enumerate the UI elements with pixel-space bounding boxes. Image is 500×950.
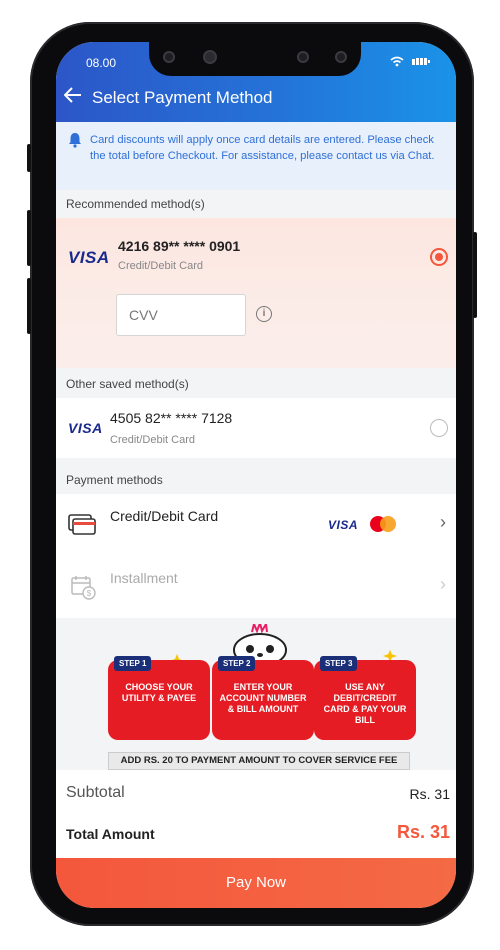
order-totals: Subtotal Rs. 31 Total Amount Rs. 31 (56, 770, 456, 860)
subtotal-label: Subtotal (66, 784, 125, 801)
step-text: CHOOSE YOUR UTILITY & PAYEE (121, 682, 197, 703)
step-text: USE ANY DEBIT/CREDIT CARD & PAY YOUR BIL… (323, 682, 407, 725)
card-number: 4505 82** **** 7128 (110, 410, 233, 426)
recommended-section-label: Recommended method(s) (56, 190, 456, 218)
payment-method-label: Installment (110, 570, 178, 586)
step-1-card: STEP 1 CHOOSE YOUR UTILITY & PAYEE (108, 656, 210, 740)
chevron-right-icon: › (440, 512, 446, 532)
info-icon[interactable]: i (256, 306, 272, 322)
payment-method-label: Credit/Debit Card (110, 508, 219, 524)
pay-now-button[interactable]: Pay Now (56, 858, 456, 908)
total-value: Rs. 31 (396, 822, 450, 842)
service-fee-note: ADD RS. 20 TO PAYMENT AMOUNT TO COVER SE… (108, 752, 410, 770)
visa-logo: VISA (328, 518, 359, 532)
visa-logo: VISA (68, 248, 110, 267)
discount-notice: Card discounts will apply once card deta… (56, 122, 456, 190)
power-button (473, 232, 477, 318)
battery-icon (412, 58, 430, 65)
sensor-icon (163, 51, 175, 63)
other-saved-section-label: Other saved method(s) (56, 370, 456, 398)
card-number: 4216 89** **** 0901 (118, 238, 241, 254)
cvv-input[interactable]: CVV (116, 294, 246, 336)
camera-icon (203, 50, 217, 64)
saved-card-row[interactable]: VISA 4505 82** **** 7128 Credit/Debit Ca… (56, 398, 456, 458)
card-type: Credit/Debit Card (118, 260, 203, 272)
total-label: Total Amount (66, 826, 155, 842)
card-type: Credit/Debit Card (110, 434, 195, 446)
volume-up-button (27, 210, 31, 266)
step-text: ENTER YOUR ACCOUNT NUMBER & BILL AMOUNT (219, 682, 307, 714)
mute-switch (27, 144, 31, 172)
installment-option[interactable]: $ Installment › (56, 556, 456, 618)
status-icons (390, 56, 430, 67)
recommended-radio-selected[interactable] (430, 248, 448, 266)
notice-text: Card discounts will apply once card deta… (90, 134, 435, 162)
volume-down-button (27, 278, 31, 334)
credit-debit-card-option[interactable]: Credit/Debit Card VISA › (56, 494, 456, 557)
step-2-card: STEP 2 ENTER YOUR ACCOUNT NUMBER & BILL … (212, 656, 314, 740)
recommended-card[interactable]: VISA 4216 89** **** 0901 Credit/Debit Ca… (56, 218, 456, 368)
chevron-right-icon: › (440, 574, 446, 594)
credit-card-icon (68, 514, 96, 535)
saved-card-radio[interactable] (430, 419, 448, 437)
camera-notch (149, 42, 361, 76)
calendar-installment-icon: $ (71, 576, 96, 600)
visa-logo: VISA (68, 420, 103, 436)
mastercard-icon (370, 516, 396, 532)
payment-methods-section-label: Payment methods (56, 466, 456, 494)
step-tag: STEP 1 (114, 656, 152, 671)
sensor-icon (335, 51, 347, 63)
app-screen: 08.00 Select Payment Method Card discoun… (56, 42, 456, 908)
back-arrow-icon[interactable] (63, 86, 82, 109)
bell-icon (69, 133, 81, 148)
promo-banner: STEP 1 CHOOSE YOUR UTILITY & PAYEE STEP … (56, 618, 456, 778)
sensor-icon (297, 51, 309, 63)
step-tag: STEP 3 (320, 656, 358, 671)
step-tag: STEP 2 (218, 656, 256, 671)
wifi-icon (390, 56, 404, 67)
svg-text:$: $ (87, 589, 92, 598)
radio-dot (435, 253, 443, 261)
subtotal-value: Rs. 31 (409, 786, 450, 802)
status-time: 08.00 (86, 56, 117, 70)
step-3-card: STEP 3 USE ANY DEBIT/CREDIT CARD & PAY Y… (314, 656, 416, 740)
page-title: Select Payment Method (92, 88, 273, 107)
